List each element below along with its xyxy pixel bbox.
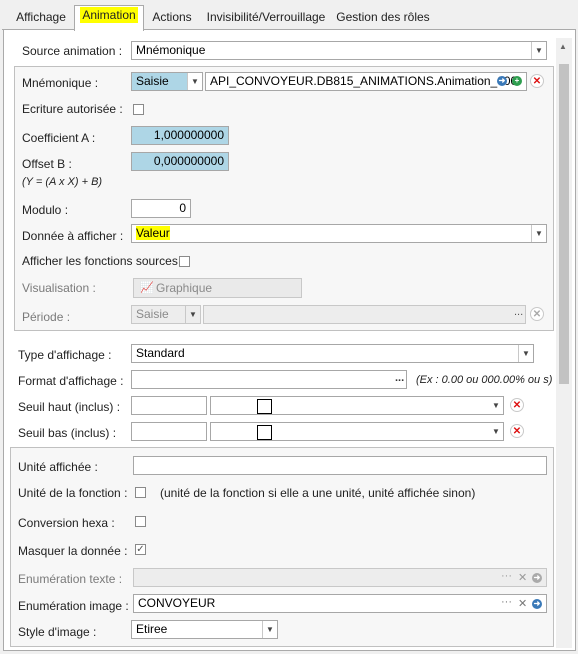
enum-text-clear-icon[interactable]: ✕	[518, 571, 527, 584]
image-style-label: Style d'image :	[18, 625, 97, 639]
high-threshold-clear-icon[interactable]: ✕	[510, 398, 524, 412]
enum-text-browse-icon[interactable]: ···	[501, 570, 512, 582]
format-browse-dots-icon[interactable]: ...	[395, 372, 404, 384]
source-animation-label: Source animation :	[22, 44, 123, 58]
high-threshold-color-select[interactable]: ▼	[210, 396, 504, 415]
scroll-up-icon[interactable]: ▲	[559, 42, 567, 51]
format-hint: (Ex : 0.00 ou 000.00% ou s)	[416, 374, 553, 386]
tab-invisibilite[interactable]: Invisibilité/Verrouillage	[201, 7, 331, 29]
source-animation-select[interactable]: Mnémonique ▼	[131, 41, 547, 60]
unit-function-label: Unité de la fonction :	[18, 486, 128, 500]
enum-image-browse-icon[interactable]: ···	[501, 596, 512, 608]
enum-image-clear-icon[interactable]: ✕	[518, 597, 527, 610]
unit-display-label: Unité affichée :	[18, 460, 98, 474]
unit-display-input[interactable]	[133, 456, 547, 475]
enum-text-goto-icon[interactable]: ➜	[532, 573, 542, 583]
tab-actions[interactable]: Actions	[144, 7, 200, 29]
data-display-label: Donnée à afficher :	[22, 229, 124, 243]
goto-arrow-icon[interactable]: ➜	[497, 76, 507, 86]
display-format-label: Format d'affichage :	[18, 374, 124, 388]
tab-affichage[interactable]: Affichage	[7, 7, 75, 29]
unit-function-note: (unité de la fonction si elle a une unit…	[160, 486, 476, 500]
tab-bar: Affichage Animation Actions Invisibilité…	[0, 0, 578, 31]
mnemonic-mode-select[interactable]: Saisie ▼	[131, 72, 203, 91]
hex-conversion-checkbox[interactable]	[135, 516, 146, 527]
mask-data-checkbox[interactable]: ✓	[135, 544, 146, 555]
offset-b-label: Offset B :	[22, 157, 72, 171]
show-source-functions-label: Afficher les fonctions sources :	[22, 254, 185, 268]
high-threshold-label: Seuil haut (inclus) :	[18, 400, 121, 414]
color-swatch	[257, 425, 272, 440]
modulo-input[interactable]: 0	[131, 199, 191, 218]
modulo-label: Modulo :	[22, 203, 69, 217]
tab-animation[interactable]: Animation	[74, 5, 144, 31]
enum-image-label: Enumération image :	[18, 599, 129, 613]
data-display-select[interactable]: Valeur ▼	[131, 224, 547, 243]
mnemonic-address-input[interactable]: API_CONVOYEUR.DB815_ANIMATIONS.Animation…	[205, 72, 527, 91]
browse-dots-icon[interactable]: ···	[480, 74, 491, 86]
low-threshold-clear-icon[interactable]: ✕	[510, 424, 524, 438]
periode-input[interactable]	[203, 305, 526, 324]
write-allowed-label: Ecriture autorisée :	[22, 102, 123, 116]
periode-browse-dots-icon[interactable]: ...	[514, 306, 523, 318]
visualisation-label: Visualisation :	[22, 281, 96, 295]
delete-x-icon[interactable]: ✕	[530, 74, 544, 88]
periode-mode-select[interactable]: Saisie ▼	[131, 305, 201, 324]
coefficient-a-input[interactable]: 1,000000000	[131, 126, 229, 145]
hex-conversion-label: Conversion hexa :	[18, 516, 115, 530]
mnemonic-label: Mnémonique :	[22, 76, 99, 90]
unit-function-checkbox[interactable]	[135, 487, 146, 498]
enum-text-label: Enumération texte :	[18, 572, 123, 586]
image-style-select[interactable]: Etiree ▼	[131, 620, 278, 639]
periode-clear-icon[interactable]: ✕	[530, 307, 544, 321]
coefficient-a-label: Coefficient A :	[22, 131, 96, 145]
low-threshold-color-select[interactable]: ▼	[210, 422, 504, 441]
display-type-label: Type d'affichage :	[18, 348, 112, 362]
low-threshold-label: Seuil bas (inclus) :	[18, 426, 117, 440]
offset-b-input[interactable]: 0,000000000	[131, 152, 229, 171]
low-threshold-input[interactable]	[131, 422, 207, 441]
periode-label: Période :	[22, 310, 71, 324]
enum-image-input[interactable]: CONVOYEUR	[133, 594, 547, 613]
tab-gestion-roles[interactable]: Gestion des rôles	[333, 7, 433, 29]
display-format-input[interactable]	[131, 370, 407, 389]
add-plus-icon[interactable]: +	[512, 76, 522, 86]
formula-text: (Y = (A x X) + B)	[22, 176, 103, 188]
enum-image-goto-icon[interactable]: ➜	[532, 599, 542, 609]
scroll-thumb[interactable]	[559, 64, 569, 384]
high-threshold-input[interactable]	[131, 396, 207, 415]
mask-data-label: Masquer la donnée :	[18, 544, 128, 558]
graphique-button[interactable]: 📈 Graphique	[133, 278, 302, 298]
display-type-select[interactable]: Standard ▼	[131, 344, 534, 363]
chart-icon: 📈	[140, 282, 154, 294]
show-source-functions-checkbox[interactable]	[179, 256, 190, 267]
vertical-scrollbar[interactable]: ▲	[556, 38, 572, 648]
enum-text-input[interactable]	[133, 568, 547, 587]
write-allowed-checkbox[interactable]	[133, 104, 144, 115]
color-swatch	[257, 399, 272, 414]
